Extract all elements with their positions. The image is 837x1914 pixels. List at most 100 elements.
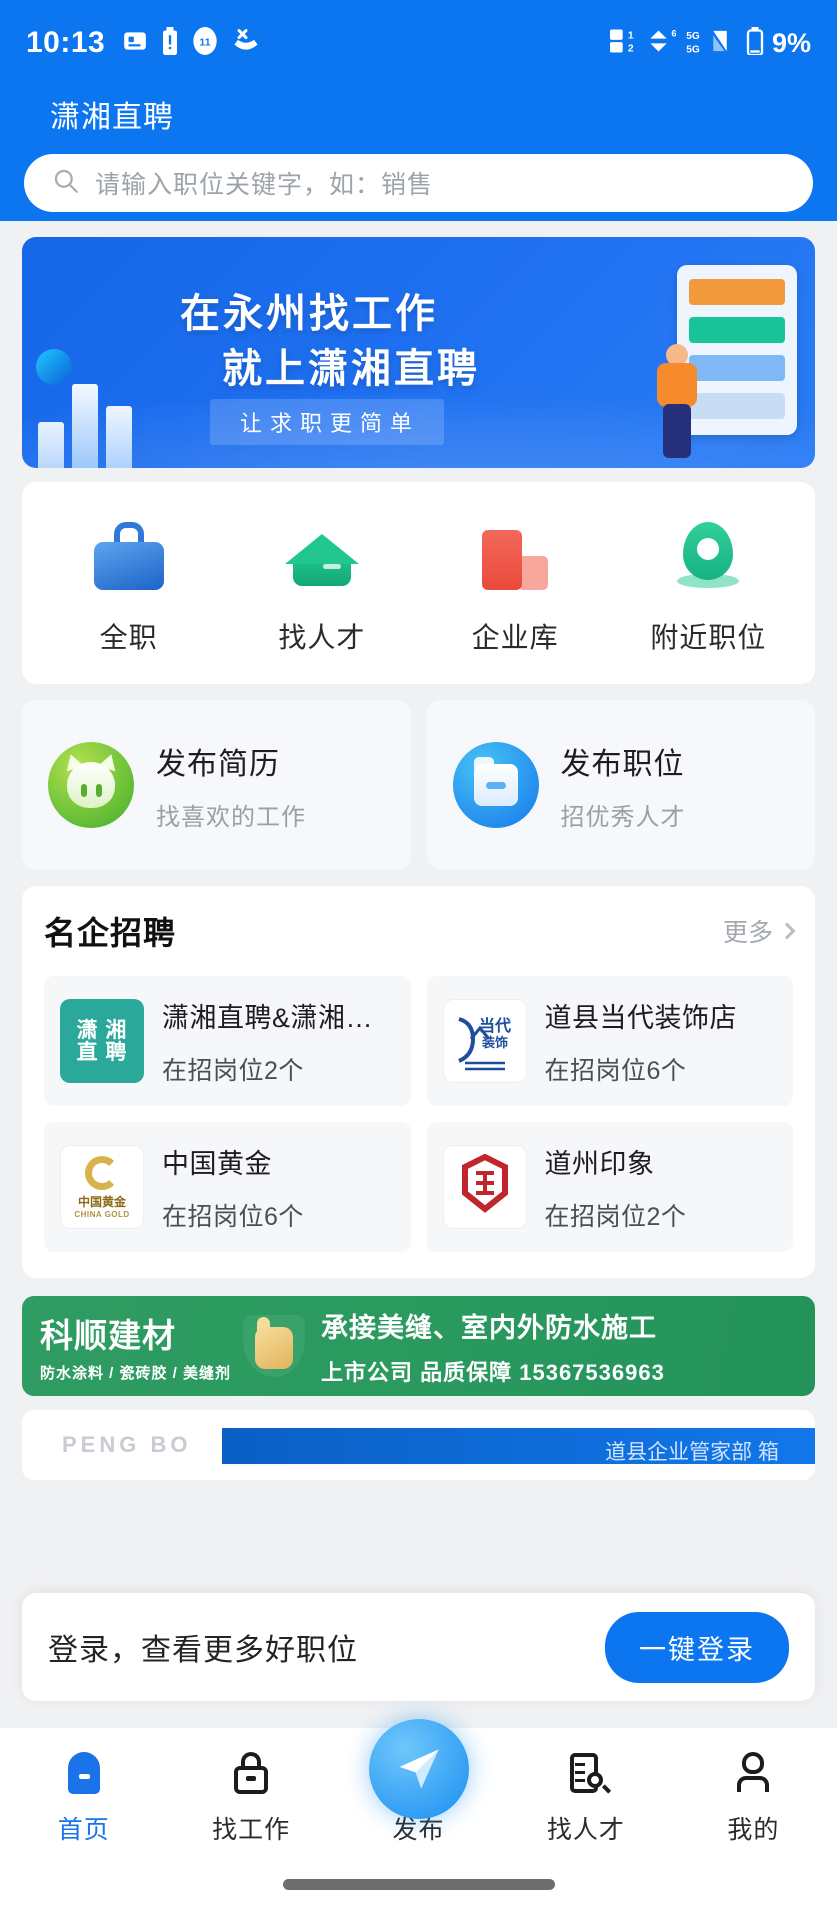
- battery-percent: 9%: [771, 27, 811, 58]
- quick-actions-card: 全职 找人才 企业库 附近职位: [22, 482, 815, 684]
- search-icon: [52, 167, 79, 199]
- resume-pig-icon: [48, 742, 134, 828]
- graduation-cap-icon: [283, 516, 361, 594]
- tab-label: 找人才: [546, 1816, 625, 1844]
- tab-label: 找工作: [212, 1816, 291, 1844]
- tab-mine[interactable]: 我的: [670, 1750, 837, 1846]
- tab-home[interactable]: 首页: [0, 1750, 167, 1846]
- tab-find-talent[interactable]: 找人才: [502, 1750, 669, 1846]
- battery-icon: [746, 26, 764, 60]
- featured-companies-card: 名企招聘 更多 潇 湘直 聘 潇湘直聘&潇湘… 在招岗位2个 当代 装饰 道县当…: [22, 886, 815, 1278]
- company-name: 道县当代装饰店: [544, 1002, 737, 1033]
- svg-text:5G: 5G: [686, 30, 700, 41]
- briefcase-icon: [90, 516, 168, 594]
- ad-subline: 上市公司 品质保障 15367536963: [321, 1359, 665, 1385]
- promo-subtitle: 找喜欢的工作: [156, 803, 306, 831]
- hero-person-illustration: [649, 344, 707, 462]
- chevron-right-icon: [778, 922, 796, 940]
- company-card[interactable]: 中国黄金 CHINA GOLD 中国黄金 在招岗位6个: [44, 1122, 411, 1252]
- partial-card-left-text: PENG BO: [62, 1432, 192, 1457]
- hero-tagline: 让求职更简单: [210, 399, 445, 445]
- xiaoxiang-logo-icon: 潇 湘直 聘: [60, 999, 144, 1083]
- promo-cards: 发布简历 找喜欢的工作 发布职位 招优秀人才: [22, 700, 815, 870]
- search-placeholder: 请输入职位关键字，如：销售: [95, 171, 434, 199]
- company-name: 中国黄金: [162, 1148, 272, 1179]
- status-left-icons: 11: [122, 26, 261, 60]
- promo-title: 发布职位: [560, 747, 685, 781]
- login-prompt-bar: 登录，查看更多好职位 一键登录: [22, 1593, 815, 1701]
- ad-brand-name: 科顺建材: [40, 1317, 176, 1354]
- partial-next-card[interactable]: PENG BO 道县企业管家部 箱: [22, 1410, 815, 1480]
- company-name: 潇湘直聘&潇湘…: [162, 1002, 374, 1033]
- more-label: 更多: [722, 919, 773, 947]
- doc-search-icon: [563, 1750, 609, 1796]
- quick-action-label: 企业库: [471, 622, 559, 653]
- home-icon: [61, 1750, 107, 1796]
- company-job-count: 在招岗位2个: [162, 1056, 304, 1085]
- hd-dual-sim-icon: 12: [609, 28, 640, 59]
- ad-brand-block: 科顺建材 防水涂料 / 瓷砖胶 / 美缝剂: [40, 1309, 231, 1383]
- company-name: 道州印象: [544, 1148, 655, 1179]
- company-card[interactable]: 道州印象 在招岗位2个: [426, 1122, 793, 1252]
- promo-post-resume[interactable]: 发布简历 找喜欢的工作: [22, 700, 411, 870]
- send-plane-icon[interactable]: [368, 1719, 469, 1819]
- section-title: 名企招聘: [44, 915, 177, 951]
- daozhou-logo-icon: [442, 1145, 527, 1229]
- company-job-count: 在招岗位6个: [162, 1202, 304, 1231]
- lock-icon: [228, 1750, 274, 1796]
- notification-count-icon: 11: [192, 26, 218, 60]
- company-grid: 潇 湘直 聘 潇湘直聘&潇湘… 在招岗位2个 当代 装饰 道县当代装饰店 在招岗…: [44, 976, 793, 1252]
- dangdai-logo-icon: 当代 装饰: [442, 999, 527, 1083]
- folder-icon: [452, 742, 539, 828]
- quick-action-label: 全职: [99, 622, 158, 653]
- quick-action-nearby-jobs[interactable]: 附近职位: [612, 516, 805, 656]
- thumbs-up-icon: [243, 1315, 306, 1377]
- ad-copy-block: 承接美缝、室内外防水施工 上市公司 品质保障 15367536963: [321, 1306, 665, 1387]
- quick-action-find-talent[interactable]: 找人才: [225, 516, 418, 656]
- person-icon: [730, 1750, 776, 1796]
- company-job-count: 在招岗位6个: [544, 1056, 687, 1085]
- search-input[interactable]: 请输入职位关键字，如：销售: [24, 154, 813, 212]
- buildings-icon: [476, 516, 554, 594]
- location-pin-icon: [669, 516, 747, 594]
- tab-label: 首页: [57, 1816, 110, 1844]
- tab-find-job[interactable]: 找工作: [167, 1750, 334, 1846]
- quick-action-fulltime[interactable]: 全职: [32, 516, 225, 656]
- missed-call-icon: [231, 28, 261, 59]
- hero-banner[interactable]: 在永州找工作 就上潇湘直聘 让求职更简单: [22, 237, 815, 468]
- quick-action-label: 附近职位: [650, 622, 767, 653]
- svg-text:当代: 当代: [478, 1016, 510, 1035]
- ad-brand-subtitle: 防水涂料 / 瓷砖胶 / 美缝剂: [40, 1365, 232, 1382]
- ad-banner[interactable]: 科顺建材 防水涂料 / 瓷砖胶 / 美缝剂 承接美缝、室内外防水施工 上市公司 …: [22, 1296, 815, 1396]
- page-title: 潇湘直聘: [50, 101, 174, 134]
- company-card[interactable]: 当代 装饰 道县当代装饰店 在招岗位6个: [426, 976, 793, 1106]
- svg-text:11: 11: [200, 36, 211, 48]
- hero-headline-line2: 就上潇湘直聘: [222, 347, 480, 391]
- promo-post-job[interactable]: 发布职位 招优秀人才: [426, 700, 815, 870]
- signal-bars-icon: 5G 5G: [684, 27, 738, 60]
- svg-text:2: 2: [628, 43, 634, 54]
- more-companies-button[interactable]: 更多: [722, 913, 796, 949]
- gesture-home-indicator: [282, 1879, 555, 1890]
- hero-headline-line1: 在永州找工作: [180, 292, 438, 336]
- promo-subtitle: 招优秀人才: [560, 803, 686, 831]
- featured-companies-header: 名企招聘 更多: [44, 908, 796, 954]
- svg-text:6: 6: [671, 28, 676, 38]
- status-bar: 10:13 11 12 6 5G: [0, 0, 837, 86]
- status-time: 10:13: [26, 26, 106, 59]
- one-click-login-button[interactable]: 一键登录: [605, 1611, 789, 1683]
- company-job-count: 在招岗位2个: [544, 1202, 687, 1231]
- status-right-icons: 12 6 5G 5G 9%: [609, 26, 811, 60]
- promo-title: 发布简历: [156, 747, 280, 781]
- company-card[interactable]: 潇 湘直 聘 潇湘直聘&潇湘… 在招岗位2个: [44, 976, 411, 1106]
- svg-text:装饰: 装饰: [480, 1035, 507, 1050]
- quick-action-company-library[interactable]: 企业库: [419, 516, 612, 656]
- china-gold-logo-icon: 中国黄金 CHINA GOLD: [60, 1145, 144, 1229]
- svg-text:1: 1: [628, 30, 634, 41]
- battery-alert-icon: [161, 26, 179, 60]
- ad-headline: 承接美缝、室内外防水施工: [321, 1312, 658, 1343]
- quick-action-label: 找人才: [278, 622, 366, 653]
- login-message: 登录，查看更多好职位: [48, 1634, 358, 1667]
- hero-circle-decoration: [36, 349, 72, 385]
- data-transfer-icon: 6: [648, 28, 677, 59]
